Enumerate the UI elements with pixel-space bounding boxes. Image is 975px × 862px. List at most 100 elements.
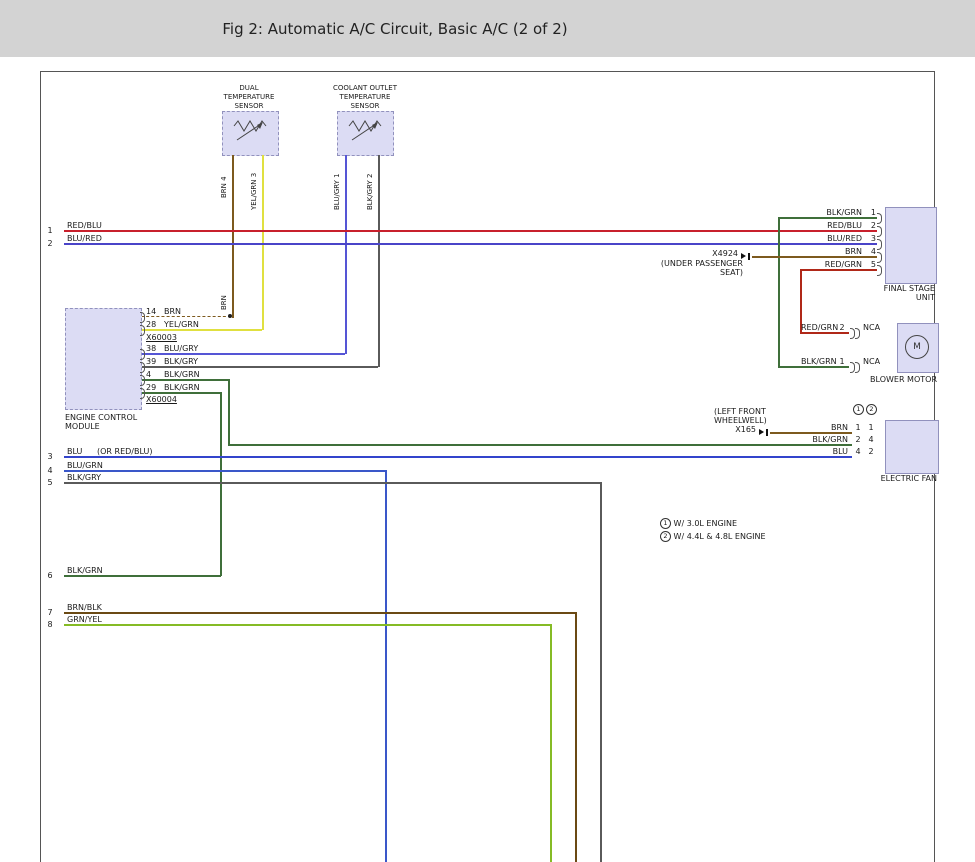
edge-wire-number: 3 [44, 452, 56, 461]
final-stage-label: UNIT [858, 293, 935, 302]
blower-pin-wire: BLK/GRN [801, 357, 837, 366]
edge-wire-number: 1 [44, 226, 56, 235]
dual-temp-sensor-label: TEMPERATURE [199, 93, 299, 101]
ecm-label: ENGINE CONTROL [65, 413, 137, 422]
figure-title-bar: Fig 2: Automatic A/C Circuit, Basic A/C … [0, 0, 975, 57]
connector-x165-label: X165 [712, 425, 756, 434]
engine-note: 2 W/ 4.4L & 4.8L ENGINE [660, 531, 766, 542]
fan-pin-number: 1 [853, 423, 863, 432]
connector-x4924-label: X4924 [692, 249, 738, 258]
wire-blkgry-vertical [378, 155, 380, 367]
final-stage-pin-row: RED/GRN5 [760, 260, 876, 269]
ecm-pin-row: 38BLU/GRY [146, 344, 198, 353]
wire-blugrn-edge4 [64, 470, 386, 472]
diagram-frame [40, 71, 935, 862]
wire-blkgrn-edge6 [64, 575, 221, 577]
wire-brn-fan [770, 432, 852, 434]
wire-blkgrn-fsu [778, 217, 877, 219]
engine-note: 1 W/ 3.0L ENGINE [660, 518, 737, 529]
fan-location: (LEFT FRONT [714, 407, 766, 416]
ecm-pin-row: 29BLK/GRN [146, 383, 200, 392]
wire-blkgrn-ecm4-vert [228, 379, 230, 445]
fan-pin-wire: BLU [762, 447, 848, 456]
coolant-sensor-label: TEMPERATURE [315, 93, 415, 101]
edge-wire-label: BLK/GRN [67, 566, 103, 575]
connector-plug-icon [759, 429, 764, 435]
edge-wire-alt-label: (OR RED/BLU) [97, 447, 153, 456]
blower-pin-wire: RED/GRN [801, 323, 838, 332]
fan-pin-number: 1 [866, 423, 876, 432]
connector-socket-icon [766, 429, 768, 436]
nca-tag: NCA [863, 357, 880, 366]
wire-grnyel-vert [550, 624, 552, 862]
wire-blkgry-edge5 [64, 482, 601, 484]
final-stage-pin-row: RED/BLU2 [760, 221, 876, 230]
edge-wire-number: 7 [44, 608, 56, 617]
edge-wire-label: GRN/YEL [67, 615, 102, 624]
edge-wire-label: BRN/BLK [67, 603, 102, 612]
final-stage-label: FINAL STAGE [858, 284, 935, 293]
final-stage-pin-row: BLK/GRN1 [760, 208, 876, 217]
fan-column-header: 1 [853, 404, 864, 415]
fan-column-header: 2 [866, 404, 877, 415]
fan-pin-number: 4 [853, 447, 863, 456]
fan-pin-number: 4 [866, 435, 876, 444]
edge-wire-label: BLK/GRY [67, 473, 101, 482]
edge-wire-number: 4 [44, 466, 56, 475]
electric-fan-box [885, 420, 939, 474]
wire-label-brn-pin4: BRN 4 [220, 158, 228, 198]
ecm-connector-label: X60003 [146, 333, 177, 342]
edge-wire-label: BLU/GRN [67, 461, 103, 470]
wire-label-blugry-pin1: BLU/GRY 1 [333, 158, 341, 210]
connector-socket-icon [748, 253, 750, 260]
wire-label-yelgrn-pin3: YEL/GRN 3 [250, 158, 258, 210]
wiring-diagram-page: Fig 2: Automatic A/C Circuit, Basic A/C … [0, 0, 975, 862]
edge-wire-number: 5 [44, 478, 56, 487]
edge-wire-label: BLU [67, 447, 82, 456]
blower-pin-number: 1 [837, 357, 847, 366]
electric-fan-label: ELECTRIC FAN [858, 474, 937, 483]
wire-blkgrn-fan [228, 444, 852, 446]
wire-blkgrn-ecm29-vert [220, 392, 222, 576]
wire-blkgrn-ecm29 [141, 392, 221, 394]
wire-redgrn-blower [800, 332, 849, 334]
final-stage-unit-box [885, 207, 937, 284]
wire-redblu [64, 230, 877, 232]
edge-wire-number: 2 [44, 239, 56, 248]
ecm-pin-row: 4BLK/GRN [146, 370, 200, 379]
fan-pin-wire: BRN [762, 423, 848, 432]
final-stage-pin-row: BLU/RED3 [760, 234, 876, 243]
ecm-pin-row: 28YEL/GRN [146, 320, 199, 329]
wire-blugry-ecm [141, 353, 345, 355]
wire-blu-edge3 [64, 456, 852, 458]
wire-blured [64, 243, 877, 245]
ecm-pin-row: 14BRN [146, 307, 181, 316]
ecm-connector-label: X60004 [146, 395, 177, 404]
coolant-sensor-label: COOLANT OUTLET [315, 84, 415, 92]
wire-blkgry-ecm [141, 366, 378, 368]
blower-motor-label: BLOWER MOTOR [858, 375, 937, 384]
final-stage-location: (UNDER PASSENGER [655, 259, 743, 268]
fan-pin-wire: BLK/GRN [762, 435, 848, 444]
wire-brnblk-vert [575, 612, 577, 862]
coolant-sensor-label: SENSOR [315, 102, 415, 110]
edge-wire-label: BLU/RED [67, 234, 102, 243]
wire-brnblk-edge7 [64, 612, 576, 614]
wire-blkgry-vert [600, 482, 602, 862]
wire-grnyel-edge8 [64, 624, 551, 626]
wire-blugrn-vert [385, 470, 387, 862]
dual-temp-sensor-label: SENSOR [199, 102, 299, 110]
ecm-label: MODULE [65, 422, 100, 431]
thermistor-icon [345, 117, 385, 143]
wire-redgrn-fsu [800, 269, 877, 271]
ecm-pin-row: 39BLK/GRY [146, 357, 198, 366]
thermistor-icon [230, 117, 270, 143]
wire-brn-fsu [752, 256, 877, 258]
wire-blugry-vertical [345, 155, 347, 354]
wire-label-brn-mid: BRN [220, 282, 228, 310]
edge-wire-label: RED/BLU [67, 221, 102, 230]
nca-tag: NCA [863, 323, 880, 332]
motor-icon: M [905, 335, 929, 359]
final-stage-location: SEAT) [655, 268, 743, 277]
wire-blkgrn-blower [778, 366, 849, 368]
